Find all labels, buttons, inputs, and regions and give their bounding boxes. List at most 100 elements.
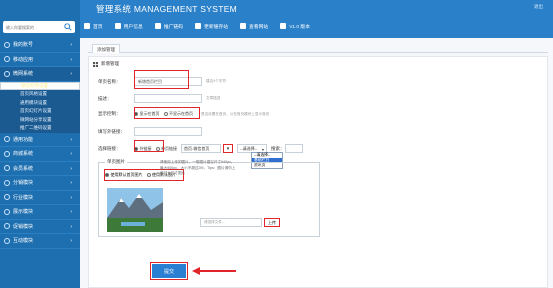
sidebar-submenu: 微信栏目设置 首页风格设置 通用模块设置 首页幻灯片设置 微网站分享设置 推广二维码设置 — [0, 81, 80, 133]
user-icon — [114, 23, 121, 29]
sidebar-subitem[interactable]: 首页幻灯片设置 — [0, 107, 80, 116]
desc-label: 描述： — [98, 95, 112, 101]
menu-icon — [4, 165, 10, 172]
link-select-value: 首页-微信首页 — [184, 145, 210, 151]
menu-icon — [4, 41, 10, 48]
sidebar-item[interactable]: 互动模块 › — [0, 234, 80, 249]
chevron-down-icon: ▾ — [226, 145, 230, 152]
desc-field[interactable] — [134, 94, 202, 103]
topnav-label: 用户信息 — [123, 24, 143, 30]
menu-icon — [4, 179, 10, 186]
sidebar-subitem[interactable]: 推广二维码设置 — [0, 124, 80, 133]
topnav-label: 查看网站 — [249, 24, 269, 30]
app-root: 我的账号 › 移动应用 › 微网系统 › 微信栏目设置首页风格设置通用模块设置首页幻灯片设置… — [0, 0, 553, 288]
chevron-right-icon: › — [70, 223, 72, 230]
url-field[interactable] — [134, 127, 202, 136]
topnav-item[interactable]: 首页 — [84, 23, 103, 30]
sidebar-item[interactable]: 微网系统 › — [0, 67, 80, 82]
sidebar-item[interactable]: 会员系统 › — [0, 162, 80, 176]
panel-title: 新增管理 — [93, 61, 119, 67]
logout-link[interactable]: 退出 — [534, 4, 543, 10]
topnav-label: 更新缓存站 — [204, 24, 229, 30]
arrow-left-icon — [192, 267, 236, 275]
submit-button[interactable]: 提交 — [150, 262, 188, 280]
topnav-item[interactable]: 用户信息 — [114, 23, 143, 30]
name-highlight — [134, 70, 189, 89]
image-legend: 单页图片 — [105, 159, 127, 165]
url-label: 填写外链接： — [98, 128, 125, 134]
topnav-label: V1.0 版本 — [289, 24, 311, 30]
home-icon — [84, 23, 90, 29]
topnav-item[interactable]: 推广链码 — [154, 23, 184, 30]
sidebar-subitem[interactable]: 首页风格设置 — [0, 90, 80, 99]
sidebar-item[interactable]: 商城系统 › — [0, 147, 80, 162]
home-hint: 是否设置在首页，以在首页模块上显示首页 — [201, 111, 270, 116]
image-description: 请使用上传的图片，一般图片建议尺寸640px，最大900px，大小不超过2M，T… — [160, 160, 236, 175]
sidebar-item-label: 会员系统 — [13, 165, 34, 172]
sidebar-subitem[interactable]: 微网站分享设置 — [0, 116, 80, 125]
sidebar: 我的账号 › 移动应用 › 微网系统 › 微信栏目设置首页风格设置通用模块设置首页幻灯片设置… — [0, 0, 80, 288]
sidebar-subitem[interactable]: 微信栏目设置 — [0, 81, 80, 90]
menu-icon — [4, 150, 10, 157]
menu-icon — [4, 223, 10, 230]
link-icon — [154, 23, 161, 29]
topnav-item[interactable]: V1.0 版本 — [280, 23, 310, 30]
landscape-image — [107, 188, 163, 232]
sidebar-item[interactable]: 通用功能 › — [0, 133, 80, 147]
home-highlight — [134, 107, 200, 119]
menu-icon — [4, 70, 10, 77]
menu-icon — [4, 237, 10, 244]
tab-bar: 添加管理 — [88, 42, 548, 53]
topbar: 管理系统 MANAGEMENT SYSTEM 退出 首页 用户信息 推广链码 更新缓存… — [80, 0, 553, 38]
upload-button[interactable]: 上传 — [264, 218, 280, 227]
menu-icon — [4, 56, 10, 63]
sidebar-item-label: 行业模块 — [13, 194, 34, 201]
topnav-label: 首页 — [93, 24, 103, 30]
chevron-right-icon: › — [70, 165, 72, 172]
topnav-item[interactable]: 更新缓存站 — [195, 23, 228, 30]
sidebar-item-label: 促销模块 — [13, 223, 34, 230]
chevron-right-icon: › — [70, 56, 72, 63]
sidebar-item-label: 我的账号 — [13, 42, 34, 49]
sidebar-subitem[interactable]: 通用模块设置 — [0, 99, 80, 108]
link-select[interactable]: 首页-微信首页 — [181, 144, 221, 153]
chevron-right-icon: › — [70, 151, 72, 157]
home-label: 显示控制： — [98, 111, 121, 116]
sidebar-item[interactable]: 行业模块 › — [0, 191, 80, 205]
upload-row: 请选择文件... 上传 — [200, 218, 280, 227]
search-box[interactable] — [3, 21, 75, 33]
sidebar-item-label: 商城系统 — [13, 151, 34, 158]
sidebar-item-label: 展示模块 — [13, 209, 34, 216]
sidebar-item[interactable]: 移动应用 › — [0, 53, 80, 67]
menu-icon — [4, 136, 10, 143]
sidebar-item[interactable]: 分销模块 › — [0, 176, 80, 191]
tab-add-manage[interactable]: 添加管理 — [92, 44, 120, 53]
panel-title-text: 新增管理 — [101, 61, 119, 66]
chevron-right-icon: › — [70, 194, 72, 201]
dropdown-trigger[interactable]: ▾ — [223, 144, 233, 153]
search-icon[interactable] — [64, 23, 72, 31]
sidebar-item[interactable]: 展示模块 › — [0, 205, 80, 220]
link-search-field[interactable] — [284, 144, 303, 153]
sidebar-item[interactable]: 促销模块 › — [0, 220, 80, 234]
chevron-right-icon: › — [70, 71, 72, 77]
topnav-item[interactable]: 查看网站 — [240, 23, 268, 30]
eye-icon — [240, 23, 247, 29]
search-input[interactable] — [3, 24, 63, 30]
category-select-value: --请选择-- — [240, 145, 258, 151]
top-nav: 首页 用户信息 推广链码 更新缓存站 查看网站 V1.0 版本 — [80, 18, 553, 34]
name-label: 单页名称： — [98, 78, 121, 84]
sidebar-item[interactable]: 我的账号 › — [0, 38, 80, 53]
sidebar-item-label: 移动应用 — [13, 56, 34, 63]
sidebar-item-label: 通用功能 — [13, 136, 34, 143]
chevron-right-icon: › — [70, 180, 72, 186]
app-title: 管理系统 MANAGEMENT SYSTEM — [96, 4, 238, 14]
sidebar-item-label: 分销模块 — [13, 180, 34, 187]
topnav-label: 推广链码 — [163, 24, 184, 30]
name-hint: 建议4个字符 — [206, 79, 226, 83]
chevron-right-icon: › — [70, 209, 72, 215]
sidebar-menu: 我的账号 › 移动应用 › 微网系统 › 微信栏目设置 首页风格设置 通用模块设置 首页幻灯片设置… — [0, 38, 80, 249]
desc-row: 描述： 文章描述 — [98, 94, 220, 103]
sidebar-item-label: 微网系统 — [13, 71, 34, 78]
file-field[interactable]: 请选择文件... — [200, 218, 262, 227]
